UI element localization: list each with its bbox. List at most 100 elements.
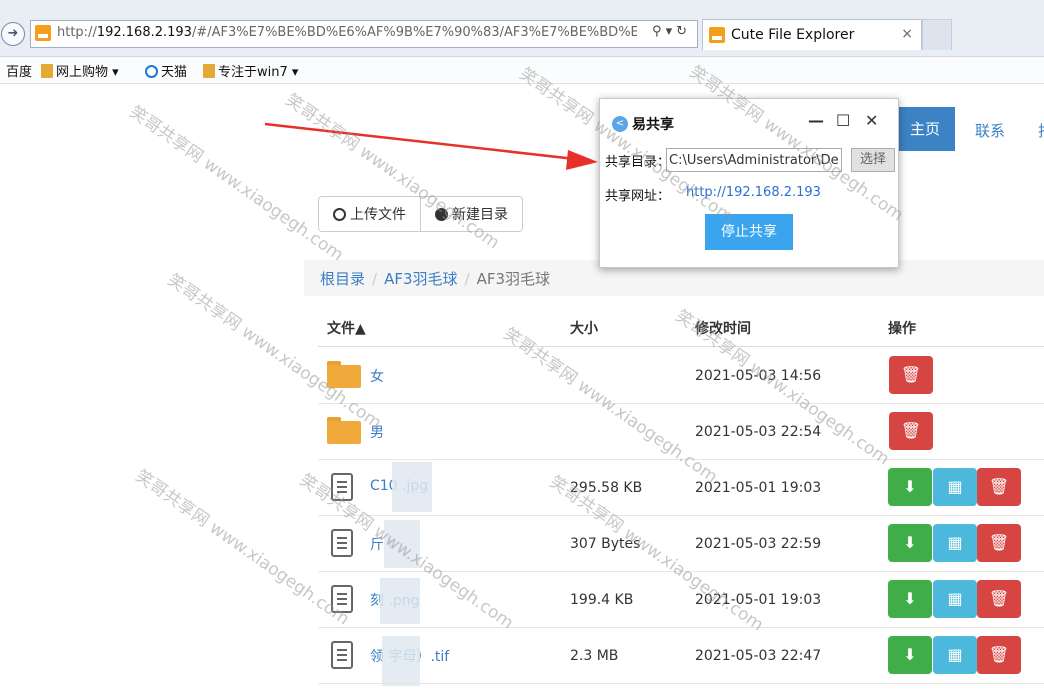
stop-sharing-button[interactable]: 停止共享: [705, 214, 793, 250]
trash-icon: 🗑: [988, 645, 1010, 664]
share-dialog: < 易共享 — ☐ ✕ 共享目录： 选择 共享网址： http://192.16…: [599, 98, 899, 268]
download-button[interactable]: ⬇: [888, 468, 932, 506]
ie-icon: [145, 65, 158, 78]
dialog-title: 易共享: [632, 117, 674, 133]
row-name-link[interactable]: 男: [370, 422, 384, 442]
trash-icon: 🗑: [900, 421, 922, 440]
watermark: 笑哥共享网 www.xiaogegh.com: [125, 102, 347, 266]
download-icon: ⬇: [903, 645, 917, 664]
row-size: 199.4 KB: [570, 592, 634, 608]
row-modified: 2021-05-03 22:59: [695, 536, 822, 552]
redacted-blur: [392, 462, 432, 512]
watermark: 笑哥共享网 www.xiaogegh.com: [131, 466, 353, 630]
header-actions: 操作: [888, 321, 916, 337]
qrcode-button[interactable]: ▦: [933, 524, 977, 562]
upload-label: 上传文件: [350, 207, 406, 223]
qrcode-button[interactable]: ▦: [933, 580, 977, 618]
redacted-blur: [380, 578, 420, 624]
redacted-blur: [382, 636, 420, 686]
row-modified: 2021-05-03 14:56: [695, 368, 822, 384]
delete-button[interactable]: 🗑: [977, 580, 1021, 618]
minimize-icon[interactable]: —: [808, 111, 824, 130]
back-arrow-icon[interactable]: ➜: [1, 22, 25, 46]
download-button[interactable]: ⬇: [888, 580, 932, 618]
qrcode-icon: ▦: [947, 533, 963, 552]
close-icon[interactable]: ✕: [865, 111, 878, 130]
download-icon: ⬇: [903, 589, 917, 608]
favorite-baidu[interactable]: 百度: [6, 61, 32, 80]
qrcode-button[interactable]: ▦: [933, 468, 977, 506]
plus-circle-icon: [435, 207, 448, 221]
tab-favicon-icon: [709, 27, 725, 43]
qrcode-button[interactable]: ▦: [933, 636, 977, 674]
header-divider: [318, 346, 1044, 347]
address-bar[interactable]: http://192.168.2.193/#/AF3%E7%BE%BD%E6%A…: [30, 20, 698, 48]
row-size: 295.58 KB: [570, 480, 643, 496]
trash-icon: 🗑: [988, 533, 1010, 552]
favorite-tmall[interactable]: 天猫: [145, 61, 187, 80]
nav-contact[interactable]: 联系: [975, 120, 1005, 141]
new-tab-button[interactable]: [922, 19, 952, 50]
trash-icon: 🗑: [988, 477, 1010, 496]
file-icon: [331, 585, 353, 613]
nav-home[interactable]: 主页: [895, 107, 955, 151]
row-name-link[interactable]: 女: [370, 366, 384, 386]
breadcrumb-root[interactable]: 根目录: [320, 270, 365, 288]
delete-button[interactable]: 🗑: [977, 636, 1021, 674]
favorite-win7[interactable]: 专注于win7 ▾: [203, 61, 298, 80]
tab-title: Cute File Explorer: [731, 27, 855, 43]
share-url-link[interactable]: http://192.168.2.193: [686, 185, 821, 200]
header-name[interactable]: 文件▲: [327, 318, 366, 338]
upload-icon: [333, 207, 346, 221]
share-dir-input[interactable]: [666, 148, 842, 172]
new-folder-label: 新建目录: [452, 207, 508, 223]
file-toolbar: 上传文件 新建目录: [318, 196, 523, 232]
url-text[interactable]: http://192.168.2.193/#/AF3%E7%BE%BD%E6%A…: [57, 25, 637, 40]
header-modified[interactable]: 修改时间: [695, 318, 751, 338]
trash-icon: 🗑: [900, 365, 922, 384]
trash-icon: 🗑: [988, 589, 1010, 608]
upload-button[interactable]: 上传文件: [318, 196, 421, 232]
delete-button[interactable]: 🗑: [889, 356, 933, 394]
search-icon[interactable]: ⚲: [652, 24, 666, 39]
qrcode-icon: ▦: [947, 589, 963, 608]
tab-close-icon[interactable]: ×: [901, 26, 913, 42]
choose-button[interactable]: 选择: [851, 148, 895, 172]
qrcode-icon: ▦: [947, 477, 963, 496]
address-bar-tools: ⚲▾↻: [652, 24, 691, 39]
folder-icon: [41, 64, 53, 78]
browser-toolbar: ➜ http://192.168.2.193/#/AF3%E7%BE%BD%E6…: [0, 0, 1044, 57]
favorites-bar: 百度 网上购物 ▾ 天猫 专注于win7 ▾: [0, 57, 1044, 84]
site-favicon-icon: [35, 25, 51, 41]
row-size: 2.3 MB: [570, 648, 619, 664]
download-icon: ⬇: [903, 477, 917, 496]
row-modified: 2021-05-01 19:03: [695, 480, 822, 496]
row-size: 307 Bytes: [570, 536, 641, 552]
favorite-shopping[interactable]: 网上购物 ▾: [41, 61, 119, 80]
row-modified: 2021-05-03 22:47: [695, 648, 822, 664]
share-logo-icon: <: [612, 116, 628, 132]
row-modified: 2021-05-01 19:03: [695, 592, 822, 608]
refresh-icon[interactable]: ↻: [676, 24, 691, 39]
file-icon: [331, 473, 353, 501]
header-size[interactable]: 大小: [570, 318, 598, 338]
breadcrumb-current: AF3羽毛球: [476, 270, 551, 288]
maximize-icon[interactable]: ☐: [836, 111, 850, 130]
browser-tab[interactable]: Cute File Explorer ×: [702, 19, 922, 50]
share-dir-label: 共享目录：: [605, 155, 671, 170]
delete-button[interactable]: 🗑: [977, 468, 1021, 506]
delete-button[interactable]: 🗑: [977, 524, 1021, 562]
file-icon: [331, 529, 353, 557]
download-button[interactable]: ⬇: [888, 636, 932, 674]
dropdown-chevron-icon[interactable]: ▾: [666, 24, 677, 39]
folder-icon: [327, 417, 361, 444]
share-url-label: 共享网址：: [605, 189, 671, 204]
breadcrumb-parent[interactable]: AF3羽毛球: [384, 270, 457, 288]
download-button[interactable]: ⬇: [888, 524, 932, 562]
delete-button[interactable]: 🗑: [889, 412, 933, 450]
nav-donate[interactable]: 捐: [1038, 120, 1044, 141]
row-modified: 2021-05-03 22:54: [695, 424, 822, 440]
download-icon: ⬇: [903, 533, 917, 552]
new-folder-button[interactable]: 新建目录: [421, 196, 523, 232]
folder-icon: [327, 361, 361, 388]
